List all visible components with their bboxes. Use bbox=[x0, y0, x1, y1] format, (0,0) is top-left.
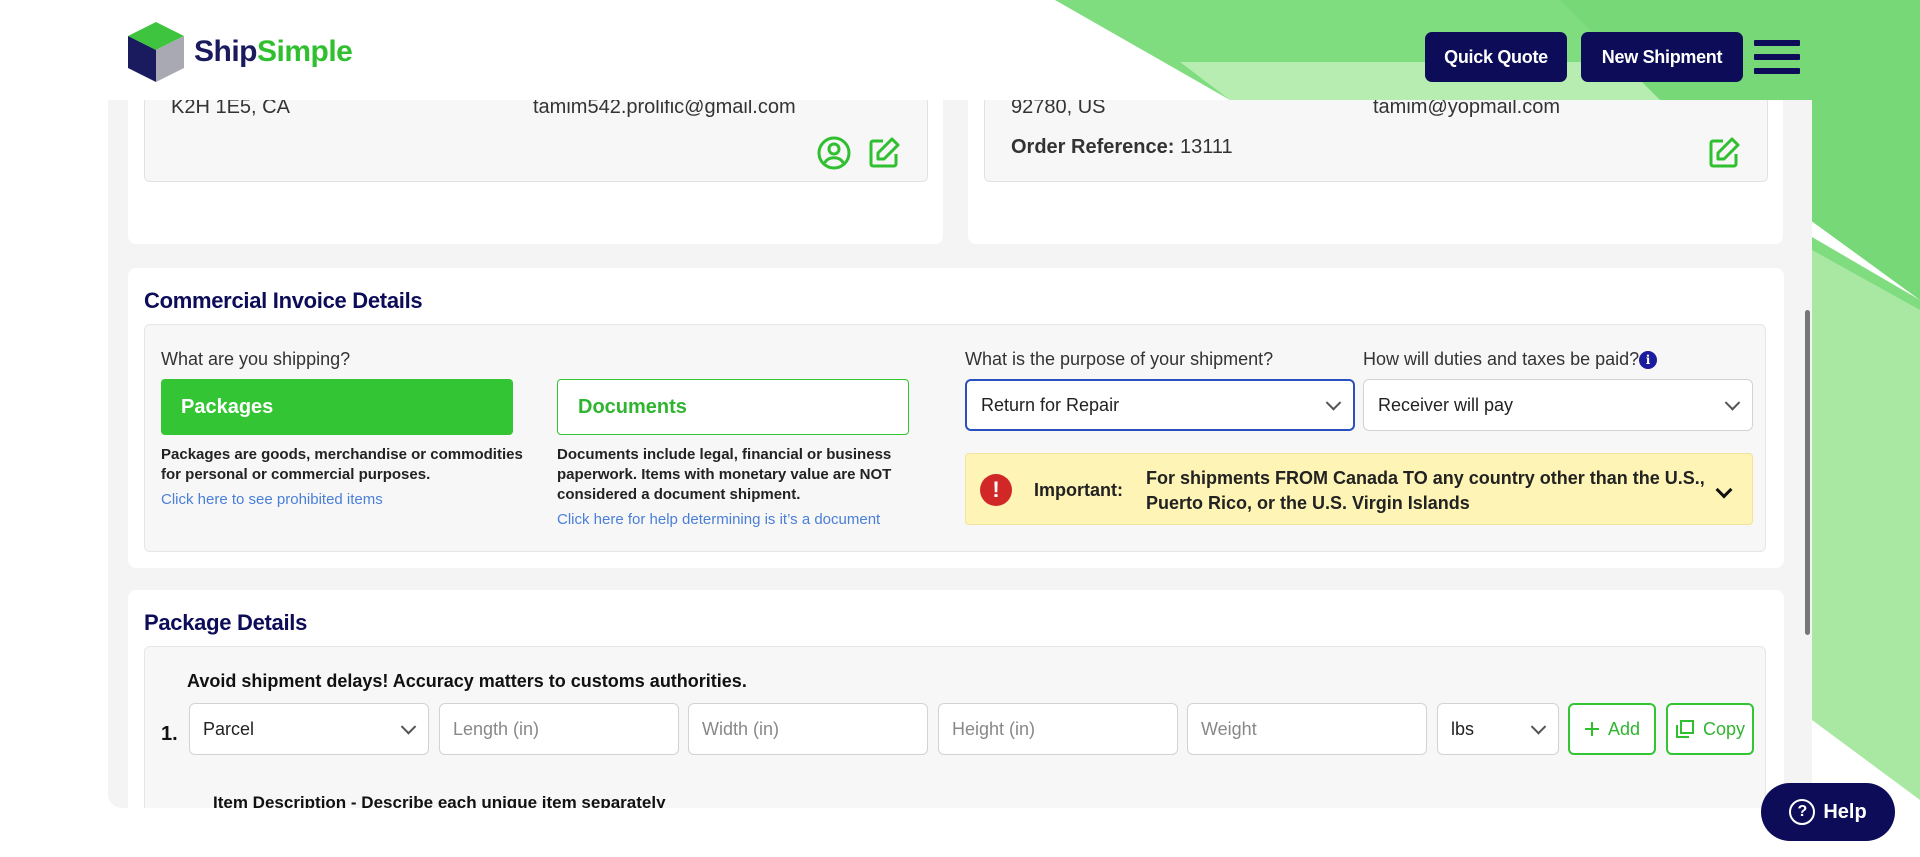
important-alert[interactable]: ! Important: For shipments FROM Canada T… bbox=[965, 453, 1753, 525]
edit-receiver-icon[interactable] bbox=[1707, 136, 1741, 170]
commercial-invoice-title: Commercial Invoice Details bbox=[144, 288, 423, 313]
commercial-invoice-section: Commercial Invoice Details What are you … bbox=[128, 268, 1784, 568]
receiver-card: 92780, US tamim@yopmail.com Order Refere… bbox=[984, 100, 1768, 182]
user-profile-icon[interactable] bbox=[817, 136, 851, 170]
hamburger-menu-icon[interactable] bbox=[1754, 40, 1800, 74]
length-input[interactable]: Length (in) bbox=[439, 703, 679, 755]
weight-unit-select[interactable]: lbs bbox=[1437, 703, 1559, 755]
chevron-down-icon bbox=[400, 719, 417, 735]
invoice-details-panel: What are you shipping? Packages Packages… bbox=[144, 324, 1766, 552]
chevron-down-icon bbox=[1325, 395, 1342, 411]
receiver-email: tamim@yopmail.com bbox=[1373, 100, 1561, 118]
logo-simple-text: Simple bbox=[257, 35, 353, 68]
alert-exclamation-icon: ! bbox=[980, 474, 1012, 506]
copy-label: Copy bbox=[1702, 718, 1746, 739]
document-help-link[interactable]: Click here for help determining is it’s … bbox=[557, 511, 880, 528]
packages-description: Packages are goods, merchandise or commo… bbox=[161, 446, 523, 483]
cube-logo-icon bbox=[128, 22, 184, 82]
weight-unit-value: lbs bbox=[1451, 718, 1475, 739]
edit-sender-icon[interactable] bbox=[867, 136, 901, 170]
documents-description: Documents include legal, financial or bu… bbox=[557, 446, 892, 503]
add-package-button[interactable]: Add bbox=[1568, 703, 1656, 755]
duties-select[interactable]: Receiver will pay bbox=[1363, 379, 1753, 431]
package-row-panel: Avoid shipment delays! Accuracy matters … bbox=[144, 646, 1766, 808]
receiver-postal: 92780, US bbox=[1011, 100, 1106, 118]
package-row-number: 1. bbox=[161, 723, 178, 745]
shipping-question: What are you shipping? bbox=[161, 349, 351, 369]
purpose-question: What is the purpose of your shipment? bbox=[965, 349, 1274, 369]
receiver-section: 92780, US tamim@yopmail.com Order Refere… bbox=[968, 100, 1783, 244]
important-text: For shipments FROM Canada TO any country… bbox=[1146, 468, 1705, 513]
quick-quote-button[interactable]: Quick Quote bbox=[1425, 32, 1567, 82]
weight-input[interactable]: Weight bbox=[1187, 703, 1427, 755]
customs-warning: Avoid shipment delays! Accuracy matters … bbox=[187, 671, 747, 691]
order-reference: Order Reference: 13111 bbox=[1011, 136, 1233, 159]
documents-button[interactable]: Documents bbox=[557, 379, 909, 435]
sender-email: tamim542.prolific@gmail.com bbox=[533, 100, 796, 118]
order-reference-value: 13111 bbox=[1179, 136, 1233, 158]
plus-icon bbox=[1584, 722, 1599, 736]
duties-select-value: Receiver will pay bbox=[1378, 394, 1514, 415]
important-label: Important: bbox=[1034, 480, 1123, 500]
package-details-section: Package Details Avoid shipment delays! A… bbox=[128, 590, 1784, 808]
sender-section: K2H 1E5, CA tamim542.prolific@gmail.com bbox=[128, 100, 943, 244]
question-mark-icon: ? bbox=[1789, 799, 1816, 825]
page-scrollbar[interactable] bbox=[1805, 310, 1810, 635]
width-input[interactable]: Width (in) bbox=[688, 703, 928, 755]
main-content: K2H 1E5, CA tamim542.prolific@gmail.com … bbox=[108, 100, 1812, 808]
sender-postal: K2H 1E5, CA bbox=[171, 100, 290, 118]
purpose-select[interactable]: Return for Repair bbox=[965, 379, 1355, 431]
package-type-select[interactable]: Parcel bbox=[189, 703, 429, 755]
add-label: Add bbox=[1607, 718, 1641, 739]
purpose-select-value: Return for Repair bbox=[981, 394, 1120, 415]
logo-wordmark: ShipSimple bbox=[194, 35, 353, 69]
copy-icon bbox=[1675, 720, 1694, 738]
package-details-title: Package Details bbox=[144, 610, 308, 635]
site-header: ShipSimple Quick Quote New Shipment bbox=[0, 0, 1920, 100]
chevron-down-icon bbox=[1724, 395, 1741, 411]
help-button[interactable]: ? Help bbox=[1761, 783, 1895, 841]
package-type-value: Parcel bbox=[203, 718, 255, 739]
duties-question: How will duties and taxes be paid? bbox=[1363, 349, 1640, 369]
help-label: Help bbox=[1823, 800, 1867, 823]
prohibited-items-link[interactable]: Click here to see prohibited items bbox=[161, 491, 383, 508]
sender-card: K2H 1E5, CA tamim542.prolific@gmail.com bbox=[144, 100, 928, 182]
expand-chevron-icon[interactable] bbox=[1715, 481, 1733, 499]
chevron-down-icon bbox=[1530, 719, 1547, 735]
copy-package-button[interactable]: Copy bbox=[1666, 703, 1754, 755]
shipsimple-logo[interactable]: ShipSimple bbox=[124, 20, 353, 84]
packages-button[interactable]: Packages bbox=[161, 379, 513, 435]
info-icon[interactable]: i bbox=[1639, 351, 1657, 369]
order-reference-label: Order Reference: bbox=[1011, 136, 1175, 158]
new-shipment-button[interactable]: New Shipment bbox=[1581, 32, 1743, 82]
item-description-label: Item Description - Describe each unique … bbox=[213, 793, 666, 808]
height-input[interactable]: Height (in) bbox=[938, 703, 1178, 755]
logo-ship-text: Ship bbox=[194, 35, 258, 68]
